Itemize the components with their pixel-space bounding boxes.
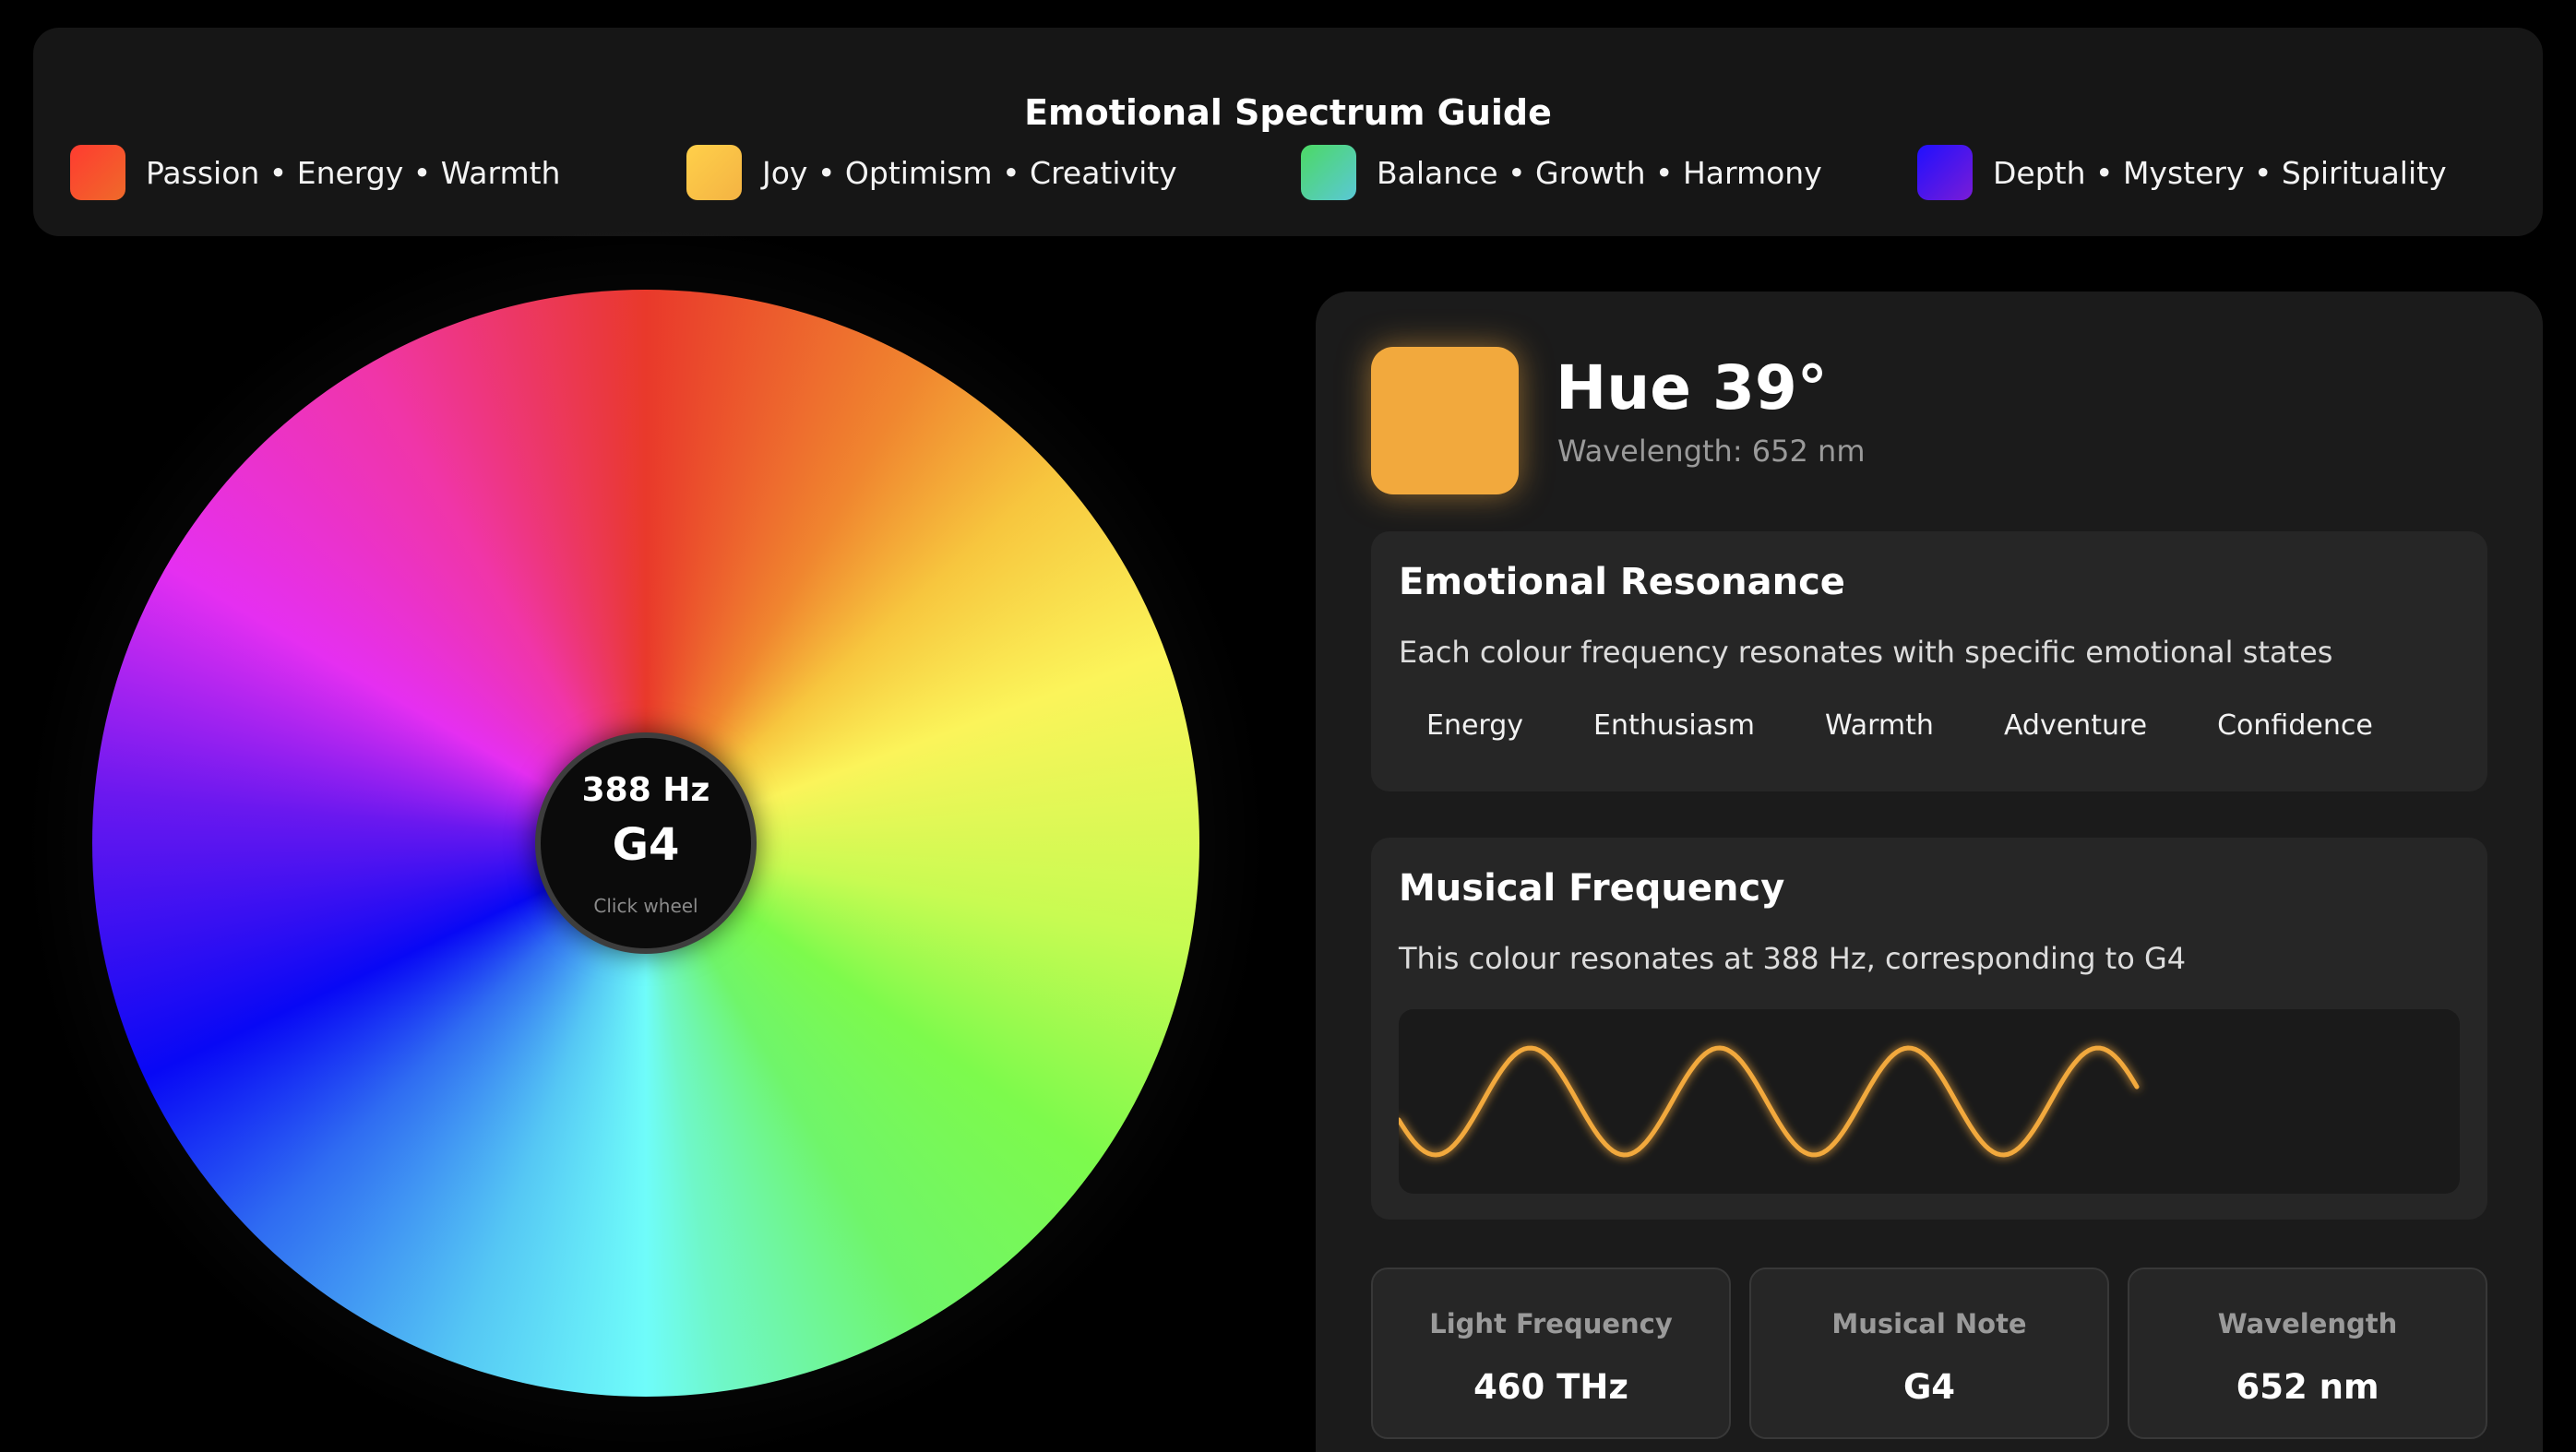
emotion-tag[interactable]: Enthusiasm xyxy=(1566,697,1783,753)
stat-musical-note: Musical Note G4 xyxy=(1749,1268,2109,1439)
guide-item-label: Balance • Growth • Harmony xyxy=(1377,154,1822,191)
stat-light-frequency: Light Frequency 460 THz xyxy=(1371,1268,1731,1439)
joy-swatch-icon xyxy=(686,145,742,200)
card-description: Each colour frequency resonates with spe… xyxy=(1399,635,2333,670)
card-description: This colour resonates at 388 Hz, corresp… xyxy=(1399,941,2187,976)
hue-title: Hue 39° xyxy=(1556,352,1828,423)
emotion-tag[interactable]: Adventure xyxy=(1976,697,2175,753)
passion-swatch-icon xyxy=(70,145,125,200)
emotion-tag[interactable]: Energy xyxy=(1399,697,1551,753)
stat-value: 652 nm xyxy=(2236,1367,2379,1407)
wheel-center-readout[interactable]: 388 Hz G4 Click wheel xyxy=(535,732,757,954)
card-title: Emotional Resonance xyxy=(1399,561,1845,603)
sine-wave-icon xyxy=(1399,1045,2140,1158)
wheel-note: G4 xyxy=(612,819,680,871)
selected-color-swatch xyxy=(1371,347,1519,494)
guide-title: Emotional Spectrum Guide xyxy=(1024,92,1552,133)
guide-item-joy: Joy • Optimism • Creativity xyxy=(686,145,1177,200)
emotion-tag[interactable]: Warmth xyxy=(1797,697,1962,753)
hue-wavelength: Wavelength: 652 nm xyxy=(1557,434,1866,469)
emotion-tag[interactable]: Confidence xyxy=(2189,697,2401,753)
emotion-tags: Energy Enthusiasm Warmth Adventure Confi… xyxy=(1399,697,2415,753)
emotional-spectrum-guide: Emotional Spectrum Guide Passion • Energ… xyxy=(33,28,2543,236)
emotional-resonance-card: Emotional Resonance Each colour frequenc… xyxy=(1371,531,2487,791)
card-title: Musical Frequency xyxy=(1399,867,1785,910)
stat-wavelength: Wavelength 652 nm xyxy=(2128,1268,2487,1439)
musical-frequency-card: Musical Frequency This colour resonates … xyxy=(1371,838,2487,1220)
stat-value: 460 THz xyxy=(1473,1367,1628,1407)
guide-item-label: Joy • Optimism • Creativity xyxy=(762,154,1177,191)
guide-item-label: Depth • Mystery • Spirituality xyxy=(1993,154,2447,191)
balance-swatch-icon xyxy=(1301,145,1356,200)
stat-value: G4 xyxy=(1902,1367,1956,1407)
guide-item-label: Passion • Energy • Warmth xyxy=(146,154,561,191)
waveform-display xyxy=(1399,1009,2460,1194)
color-wheel-container: 388 Hz G4 Click wheel xyxy=(18,216,1273,1452)
sine-wave xyxy=(1399,1045,2140,1158)
depth-swatch-icon xyxy=(1917,145,1973,200)
guide-item-passion: Passion • Energy • Warmth xyxy=(70,145,560,200)
stat-label: Light Frequency xyxy=(1429,1308,1673,1339)
wheel-frequency: 388 Hz xyxy=(581,771,710,809)
wheel-hint: Click wheel xyxy=(593,895,698,917)
color-details-panel: Hue 39° Wavelength: 652 nm Emotional Res… xyxy=(1316,292,2543,1452)
stat-label: Musical Note xyxy=(1831,1308,2027,1339)
guide-item-balance: Balance • Growth • Harmony xyxy=(1301,145,1822,200)
guide-item-depth: Depth • Mystery • Spirituality xyxy=(1917,145,2447,200)
stat-label: Wavelength xyxy=(2217,1308,2398,1339)
